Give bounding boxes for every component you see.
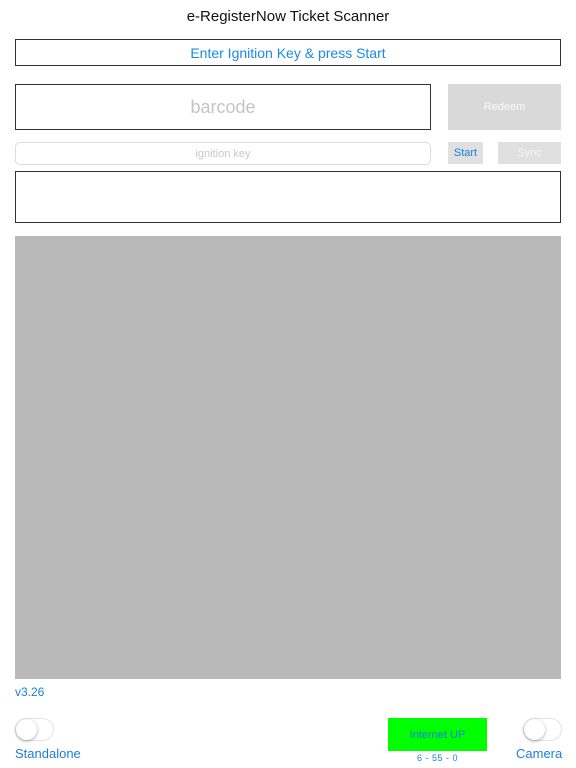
toggle-knob bbox=[16, 719, 37, 740]
camera-label: Camera bbox=[516, 746, 563, 761]
message-box bbox=[15, 171, 561, 223]
redeem-button[interactable]: Redeem bbox=[448, 84, 561, 130]
camera-view bbox=[15, 236, 561, 679]
start-button[interactable]: Start bbox=[448, 142, 483, 164]
ignition-key-input[interactable] bbox=[15, 142, 431, 165]
barcode-input[interactable] bbox=[15, 84, 431, 130]
toggle-knob bbox=[524, 719, 545, 740]
sync-button[interactable]: Sync bbox=[498, 142, 561, 164]
status-banner[interactable]: Enter Ignition Key & press Start bbox=[15, 39, 561, 66]
standalone-toggle[interactable] bbox=[15, 718, 54, 741]
camera-toggle[interactable] bbox=[523, 718, 562, 741]
standalone-label: Standalone bbox=[15, 746, 81, 761]
version-label: v3.26 bbox=[15, 685, 45, 699]
internet-status-indicator[interactable]: Internet UP bbox=[388, 718, 487, 751]
app-title: e-RegisterNow Ticket Scanner bbox=[186, 8, 390, 25]
scan-counts: 6 - 55 - 0 bbox=[416, 753, 459, 763]
